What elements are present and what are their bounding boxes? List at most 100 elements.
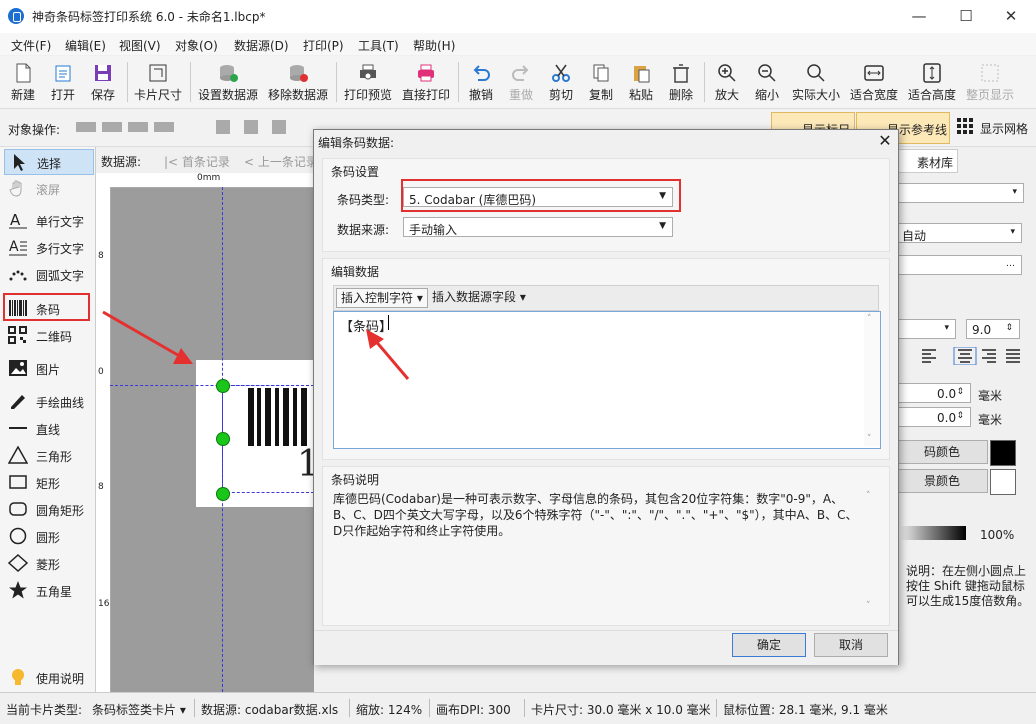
menu-edit[interactable]: 编辑(E) bbox=[65, 37, 106, 54]
data-source-label: 数据来源: bbox=[337, 223, 390, 237]
minimize-button[interactable]: — bbox=[896, 0, 942, 32]
first-record-icon: |< bbox=[164, 155, 182, 169]
insert-field-button[interactable]: 插入数据源字段 ▾ bbox=[428, 288, 530, 306]
tool-freehand[interactable]: 手绘曲线 bbox=[4, 389, 92, 413]
tool-image[interactable]: 图片 bbox=[4, 356, 92, 380]
cut-button[interactable]: 剪切 bbox=[544, 56, 578, 108]
show-grid-toggle[interactable]: 显示网格 bbox=[955, 114, 1035, 140]
direct-print-button[interactable]: 直接打印 bbox=[400, 56, 452, 108]
offset-y-spinner[interactable]: 0.0 ⇕ bbox=[896, 407, 971, 427]
menu-datasource[interactable]: 数据源(D) bbox=[234, 37, 289, 54]
print-preview-button[interactable]: 打印预览 bbox=[342, 56, 394, 108]
ok-button[interactable]: 确定 bbox=[732, 633, 806, 657]
insert-control-char-button[interactable]: 插入控制字符 ▾ bbox=[336, 288, 428, 308]
data-source-select[interactable]: 手动输入 ▼ bbox=[403, 217, 673, 237]
tool-single-text[interactable]: A 单行文字 bbox=[4, 208, 92, 232]
first-record-button[interactable]: |< 首条记录 bbox=[164, 153, 230, 170]
dialog-close-icon[interactable]: ✕ bbox=[876, 132, 894, 150]
redo-button[interactable]: 重做 bbox=[504, 56, 538, 108]
undo-label: 撤销 bbox=[468, 88, 493, 102]
barcode-color-label: 码颜色 bbox=[923, 445, 960, 459]
more-field[interactable]: … bbox=[896, 255, 1022, 275]
tool-star[interactable]: 五角星 bbox=[4, 578, 92, 602]
menu-view[interactable]: 视图(V) bbox=[119, 37, 161, 54]
offset-x-spinner[interactable]: 0.0 ⇕ bbox=[896, 383, 971, 403]
set-datasource-button[interactable]: 设置数据源 bbox=[196, 56, 260, 108]
barcode-color-button[interactable]: 码颜色 bbox=[896, 440, 988, 464]
multi-text-icon: A bbox=[9, 239, 27, 256]
zoom-out-label: 缩小 bbox=[754, 88, 779, 102]
menu-print[interactable]: 打印(P) bbox=[303, 37, 344, 54]
opacity-slider[interactable] bbox=[896, 526, 966, 540]
copy-button[interactable]: 复制 bbox=[584, 56, 618, 108]
card-type-dropdown[interactable]: 条码标签类卡片 ▾ bbox=[92, 701, 186, 718]
barcode-type-highlight bbox=[401, 179, 681, 212]
tool-arc-text[interactable]: 圆弧文字 bbox=[4, 262, 92, 286]
tool-qrcode[interactable]: 二维码 bbox=[4, 323, 92, 347]
material-library-tab[interactable]: 素材库 bbox=[896, 149, 958, 173]
menu-tools[interactable]: 工具(T) bbox=[358, 37, 399, 54]
fit-height-button[interactable]: 适合高度 bbox=[906, 56, 958, 108]
menu-object[interactable]: 对象(O) bbox=[175, 37, 218, 54]
database-remove-icon bbox=[290, 65, 308, 82]
font-size-spinner[interactable]: 9.0 ⇕ bbox=[966, 319, 1020, 339]
alignment-icons[interactable] bbox=[920, 347, 1026, 365]
tool-diamond[interactable]: 菱形 bbox=[4, 551, 92, 575]
zoom-out-button[interactable]: 缩小 bbox=[750, 56, 784, 108]
prev-record-button[interactable]: < 上一条记录 bbox=[244, 153, 318, 170]
paste-button[interactable]: 粘贴 bbox=[624, 56, 658, 108]
insert-control-char-label: 插入控制字符 bbox=[341, 291, 414, 305]
barcode-object[interactable]: 1 bbox=[222, 385, 320, 493]
tool-help[interactable]: 使用说明 bbox=[4, 665, 92, 689]
tool-multi-text[interactable]: A 多行文字 bbox=[4, 235, 92, 259]
remove-datasource-button[interactable]: 移除数据源 bbox=[266, 56, 330, 108]
auto-combo[interactable]: 自动 ▾ bbox=[896, 223, 1022, 243]
full-page-button[interactable]: 整页显示 bbox=[964, 56, 1016, 108]
full-page-icon bbox=[981, 64, 999, 82]
tool-rect[interactable]: 矩形 bbox=[4, 470, 92, 494]
tool-select[interactable]: 选择 bbox=[4, 149, 94, 175]
bg-color-button[interactable]: 景颜色 bbox=[896, 469, 988, 493]
zoom-in-icon bbox=[718, 64, 736, 82]
new-button[interactable]: 新建 bbox=[6, 56, 40, 108]
menu-file[interactable]: 文件(F) bbox=[11, 37, 51, 54]
tool-scroll[interactable]: 滚屏 bbox=[4, 176, 92, 200]
zoom-in-button[interactable]: 放大 bbox=[710, 56, 744, 108]
resize-handle-bottom[interactable] bbox=[216, 487, 230, 501]
bg-color-swatch[interactable] bbox=[990, 469, 1016, 495]
grid-icon bbox=[957, 118, 973, 134]
cancel-button[interactable]: 取消 bbox=[814, 633, 888, 657]
scissors-icon bbox=[552, 64, 570, 82]
tool-round-rect[interactable]: 圆角矩形 bbox=[4, 497, 92, 521]
data-source-value: 手动输入 bbox=[409, 223, 458, 237]
tool-round-rect-label: 圆角矩形 bbox=[36, 504, 85, 518]
delete-button[interactable]: 删除 bbox=[664, 56, 698, 108]
tool-triangle[interactable]: 三角形 bbox=[4, 443, 92, 467]
description-scrollbar[interactable]: ˄ ˅ bbox=[863, 489, 879, 613]
font-name-combo[interactable]: ▾ bbox=[896, 319, 956, 339]
textarea-scrollbar[interactable]: ˄ ˅ bbox=[864, 312, 880, 446]
fit-width-button[interactable]: 适合宽度 bbox=[848, 56, 900, 108]
trash-icon bbox=[673, 64, 689, 83]
tool-line-label: 直线 bbox=[36, 423, 61, 437]
close-button[interactable]: ✕ bbox=[988, 0, 1034, 32]
resize-handle-top[interactable] bbox=[216, 379, 230, 393]
card-size-button[interactable]: 卡片尺寸 bbox=[133, 56, 183, 108]
undo-button[interactable]: 撤销 bbox=[464, 56, 498, 108]
annotation-arrow-left bbox=[102, 310, 193, 364]
tool-line[interactable]: 直线 bbox=[4, 416, 92, 440]
save-button[interactable]: 保存 bbox=[86, 56, 120, 108]
barcode-color-swatch[interactable] bbox=[990, 440, 1016, 466]
tool-ellipse[interactable]: 圆形 bbox=[4, 524, 92, 548]
maximize-button[interactable]: ☐ bbox=[943, 0, 989, 32]
actual-size-button[interactable]: 实际大小 bbox=[790, 56, 842, 108]
rounded-rectangle-icon bbox=[9, 502, 27, 516]
open-button[interactable]: 打开 bbox=[46, 56, 80, 108]
offset-x-unit: 毫米 bbox=[978, 389, 1003, 403]
design-canvas[interactable]: 0mm 8 0 8 16 1 bbox=[96, 173, 320, 692]
font-combo[interactable]: ▾ bbox=[896, 183, 1024, 203]
resize-handle-middle[interactable] bbox=[216, 432, 230, 446]
menu-help[interactable]: 帮助(H) bbox=[413, 37, 455, 54]
prev-record-icon: < bbox=[244, 155, 258, 169]
lightbulb-icon bbox=[12, 669, 24, 685]
